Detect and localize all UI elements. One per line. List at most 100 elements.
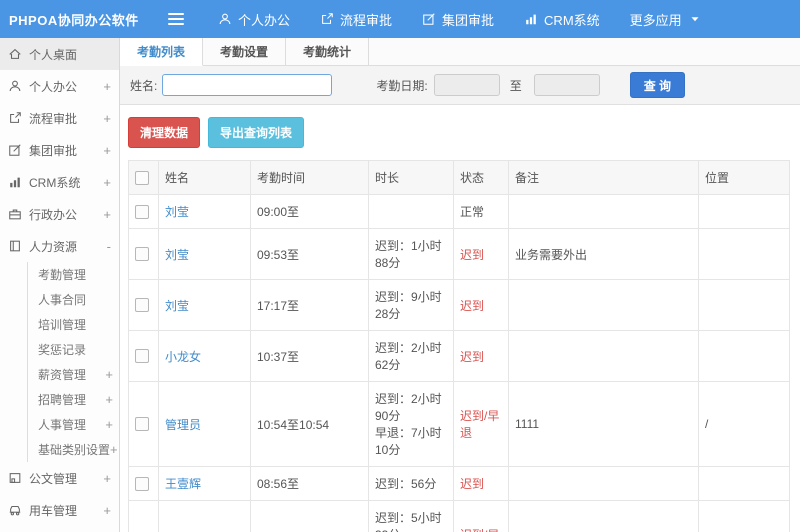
sidebar-item-label: 流程审批 [29,111,78,126]
sidebar-subitem-label: 奖惩记录 [38,343,87,357]
expand-icon[interactable]: + [105,417,113,432]
sidebar-subitem-2[interactable]: 人事合同 [28,287,119,312]
sidebar-subitem-5[interactable]: 薪资管理 + [28,362,119,387]
employee-name-link[interactable]: 刘莹 [165,205,189,219]
edit-icon [9,144,21,156]
table-row: 刘莹 17:17至 迟到：9小时28分 迟到 [128,279,790,331]
sidebar-item-4[interactable]: 集团审批 + [0,134,119,166]
employee-name-link[interactable]: 王壹辉 [165,477,201,491]
expand-icon[interactable]: + [103,207,111,222]
tab-2[interactable]: 考勤设置 [203,38,287,65]
cell-checkbox [128,381,159,467]
cell-time: 10:54至10:54 [250,381,369,467]
user-icon [9,80,21,92]
top-nav-item-4[interactable]: CRM系统 [524,10,600,29]
cell-time: 09:53至 [250,228,369,280]
top-nav-item-5[interactable]: 更多应用 [630,10,702,29]
sidebar-item-5[interactable]: CRM系统 + [0,166,119,198]
sidebar-subitem-6[interactable]: 招聘管理 + [28,387,119,412]
car-icon [9,505,21,516]
tab-1[interactable]: 考勤列表 [120,38,204,66]
row-checkbox[interactable] [135,204,149,219]
row-checkbox[interactable] [135,349,149,364]
search-button[interactable]: 查 询 [629,72,686,98]
user-icon [219,13,231,25]
sidebar-item-2[interactable]: 个人办公 + [0,70,119,102]
cell-duration: 迟到：2小时62分 [368,330,454,382]
expand-icon[interactable]: + [103,175,111,190]
top-nav-item-3[interactable]: 集团审批 [422,10,494,29]
date-filter-label: 考勤日期: [376,78,428,93]
expand-icon[interactable]: + [103,111,111,126]
cell-checkbox [128,279,159,331]
sidebar-subitem-7[interactable]: 人事管理 + [28,412,119,437]
sidebar-subitem-3[interactable]: 培训管理 [28,312,119,337]
cell-duration: 迟到：9小时28分 [368,279,454,331]
export-list-button[interactable]: 导出查询列表 [208,117,305,148]
sidebar-item-3[interactable]: 流程审批 + [0,102,119,134]
expand-icon[interactable]: + [103,143,111,158]
row-checkbox[interactable] [135,476,149,491]
employee-name-link[interactable]: 管理员 [165,418,201,432]
cell-duration: 迟到：2小时90分 早退：7小时10分 [368,381,454,467]
action-toolbar: 清理数据 导出查询列表 [120,105,800,160]
clean-data-button[interactable]: 清理数据 [128,117,201,148]
sidebar-subitem-4[interactable]: 奖惩记录 [28,337,119,362]
sidebar-item-9[interactable]: 用车管理 + [0,494,119,526]
cell-time: 17:17至 [250,279,369,331]
sidebar-item-6[interactable]: 行政办公 + [0,198,119,230]
sidebar-subitem-8[interactable]: 基础类别设置 + [28,437,119,462]
cell-checkbox [128,330,159,382]
cell-location [698,194,790,229]
header-checkbox-cell [128,160,159,195]
sidebar-item-label: 人力资源 [29,239,78,254]
expand-icon[interactable]: + [105,392,113,407]
sidebar-subitem-label: 培训管理 [38,318,87,332]
top-nav-menu: 个人办公 流程审批 集团审批 CRM系统 更多应用 [218,10,702,29]
sidebar-subitem-label: 薪资管理 [38,368,87,382]
sidebar-item-10[interactable]: 档案管理+ [0,526,119,532]
sidebar-item-label: 行政办公 [29,207,78,222]
expand-icon[interactable]: + [103,503,111,518]
employee-name-link[interactable]: 刘莹 [165,248,189,262]
cell-status: 迟到 [453,330,509,382]
sidebar-item-label: 用车管理 [29,503,78,518]
chart-icon [10,177,20,188]
top-nav-item-2[interactable]: 流程审批 [320,10,392,29]
expand-icon[interactable]: + [110,442,118,457]
caret-icon [691,17,699,22]
hamburger-icon[interactable] [168,13,184,25]
expand-icon[interactable]: + [103,471,111,486]
cell-note: 业务需要外出 [508,228,699,280]
date-from-input[interactable] [433,74,500,96]
cell-status: 正常 [453,194,509,229]
sidebar-item-1[interactable]: 个人桌面 [0,38,119,70]
filter-bar: 姓名: 考勤日期: 至 查 询 [120,66,800,105]
cell-duration [368,194,454,229]
table-row: 王壹辉 08:56至 迟到：56分 迟到 [128,466,790,501]
sidebar-item-7[interactable]: 人力资源 - [0,230,119,262]
select-all-checkbox[interactable] [135,170,149,185]
expand-icon[interactable]: + [103,79,111,94]
top-nav-item-1[interactable]: 个人办公 [218,10,290,29]
sidebar-subitem-1[interactable]: 考勤管理 [28,262,119,287]
cell-note [508,500,699,532]
name-filter-input[interactable] [162,74,333,96]
top-nav-item-label: 更多应用 [629,12,682,28]
tab-3[interactable]: 考勤统计 [286,38,370,65]
collapse-icon[interactable]: - [107,239,111,254]
employee-name-link[interactable]: 小龙女 [165,350,201,364]
row-checkbox[interactable] [135,417,149,432]
cell-status: 迟到/早退 [453,381,509,467]
cell-location [698,330,790,382]
tab-bar: 考勤列表 考勤设置 考勤统计 [120,38,800,66]
row-checkbox[interactable] [135,298,149,313]
doc-icon [9,473,21,483]
cell-status: 迟到 [453,279,509,331]
row-checkbox[interactable] [135,247,149,262]
employee-name-link[interactable]: 刘莹 [165,299,189,313]
expand-icon[interactable]: + [105,367,113,382]
sidebar-item-8[interactable]: 公文管理 + [0,462,119,494]
sidebar-subitem-label: 考勤管理 [38,268,87,282]
date-to-input[interactable] [533,74,600,96]
